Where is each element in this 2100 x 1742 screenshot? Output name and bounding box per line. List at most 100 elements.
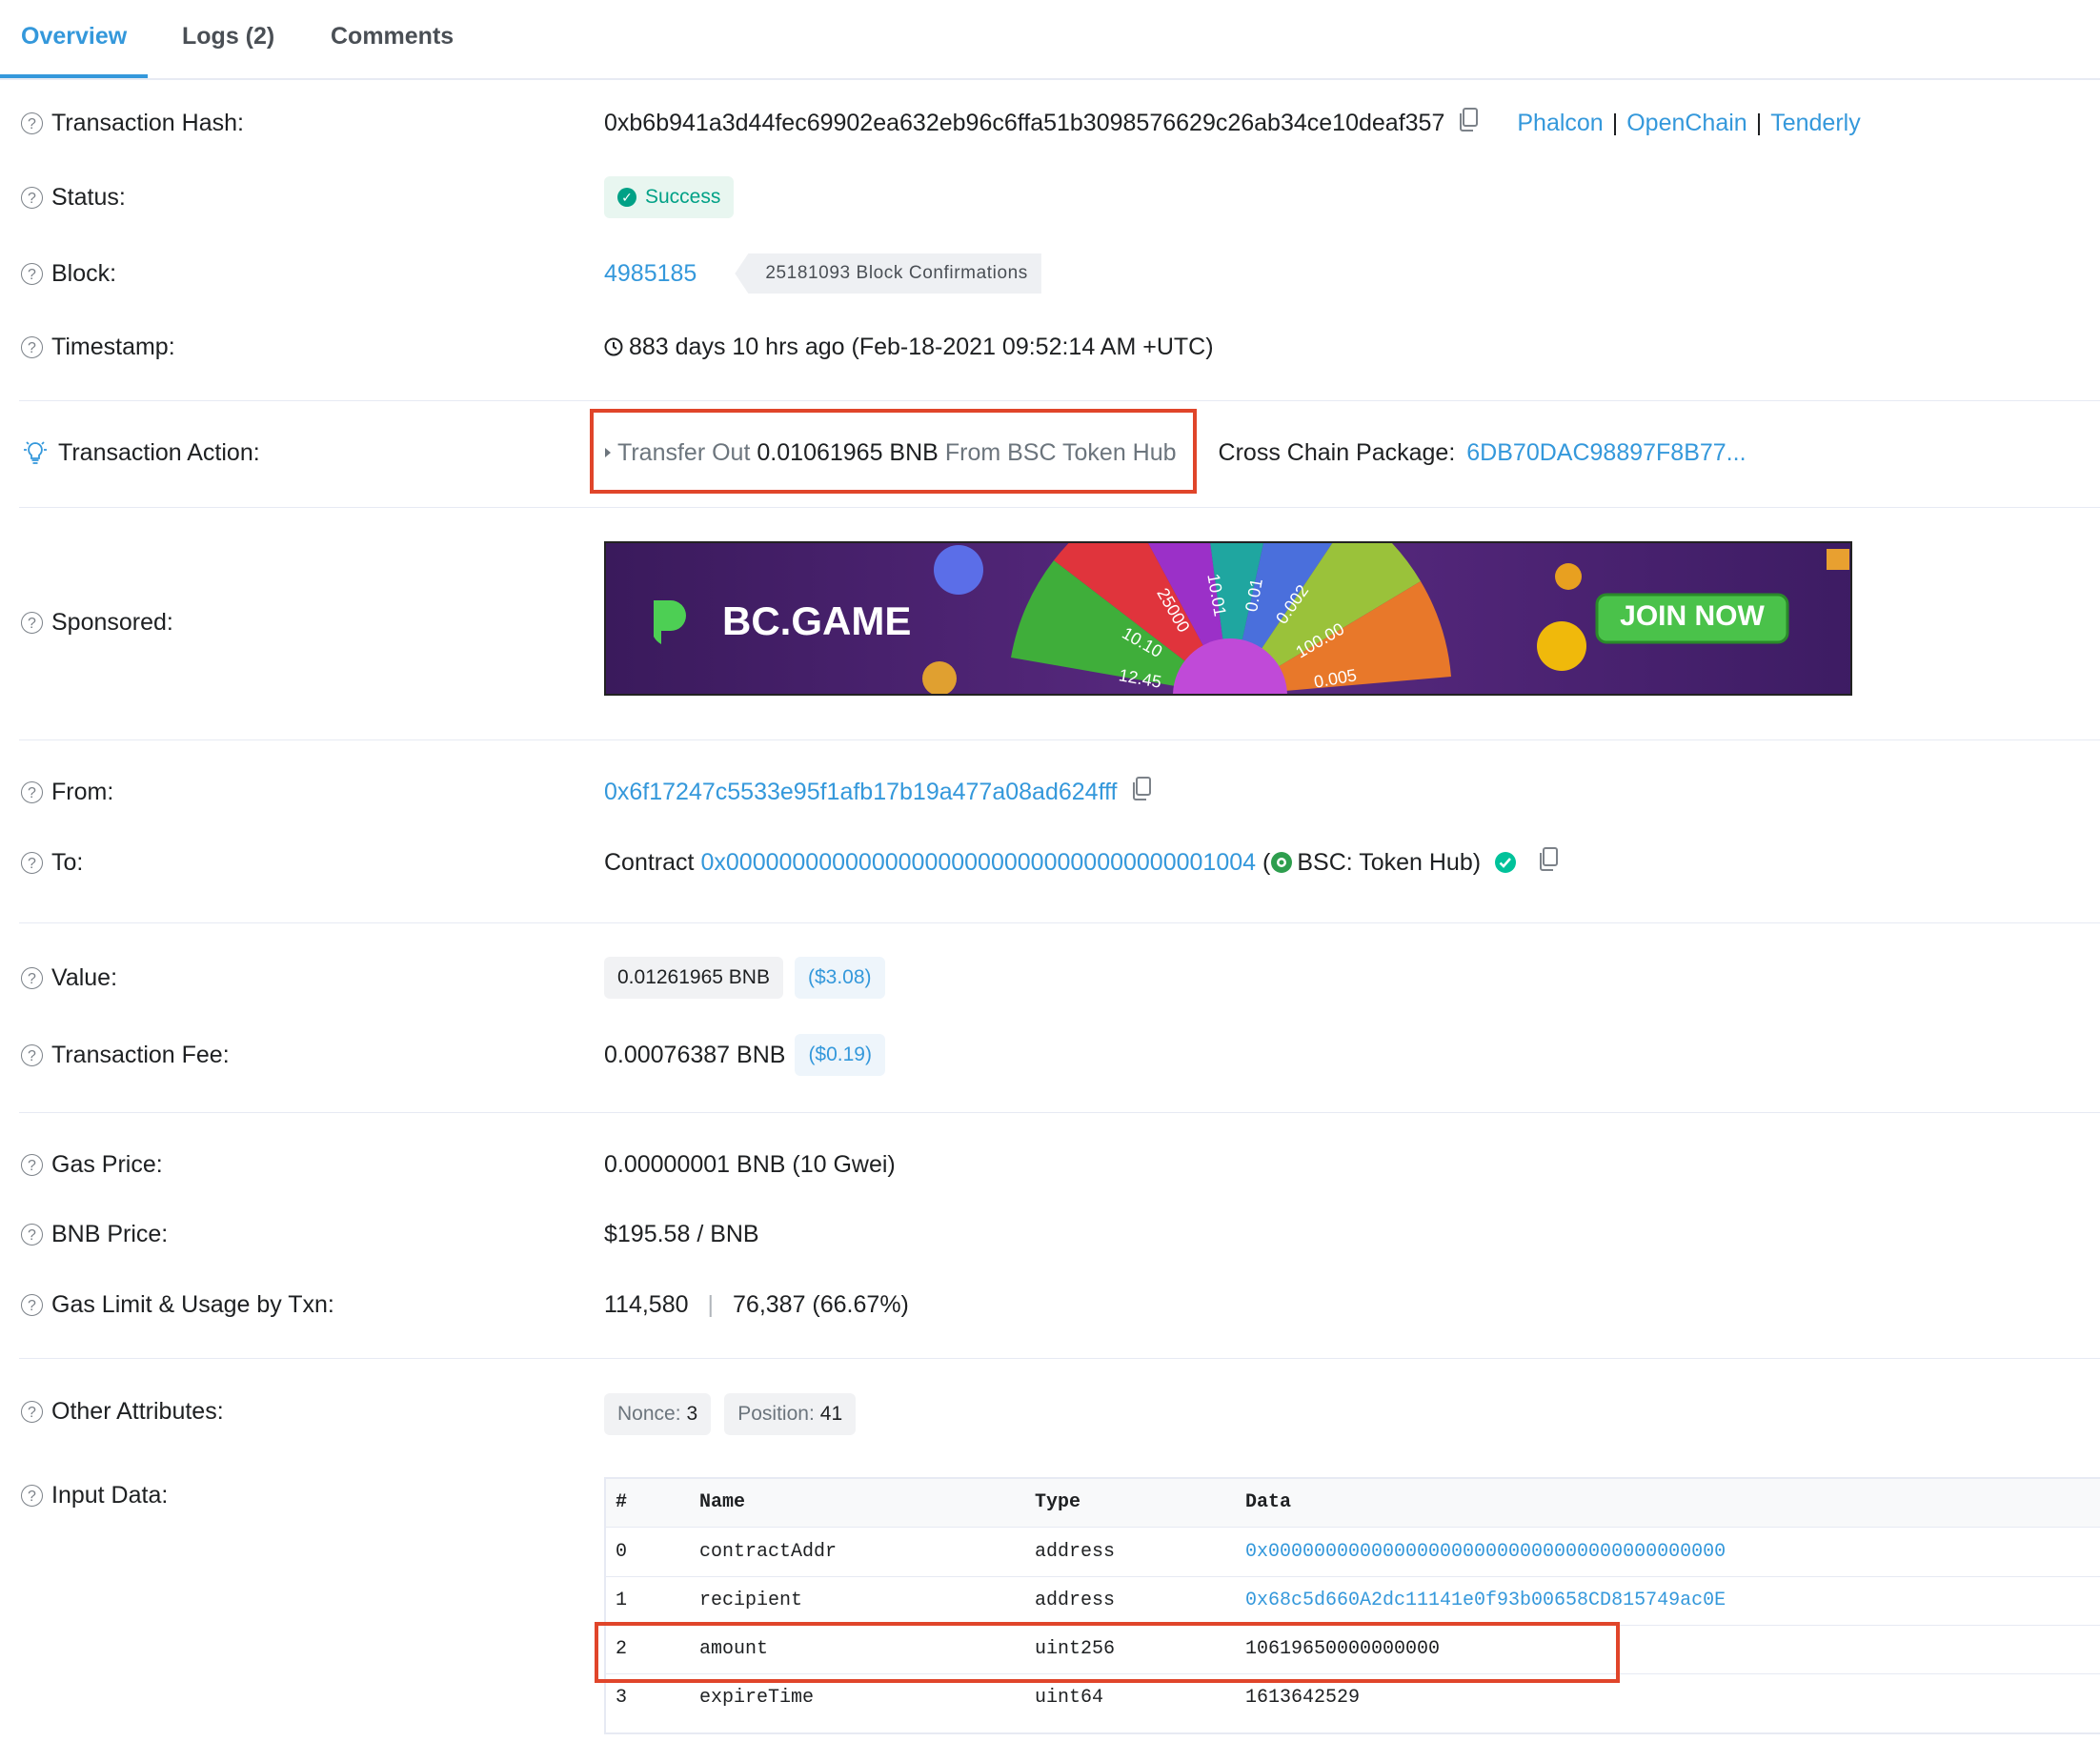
copy-icon[interactable]	[1131, 776, 1152, 808]
status-badge: ✓ Success	[604, 176, 735, 218]
question-icon[interactable]: ?	[21, 1223, 43, 1246]
table-row: 0 contractAddr address 0x000000000000000…	[606, 1529, 2100, 1577]
from-label: ? From:	[21, 775, 113, 809]
question-icon[interactable]: ?	[21, 611, 43, 634]
link-separator: |	[1755, 109, 1763, 136]
sponsored-label: ? Sponsored:	[21, 605, 173, 639]
question-icon[interactable]: ?	[21, 966, 43, 989]
fee-row: 0.00076387 BNB ($0.19)	[604, 1034, 885, 1076]
value-amount-badge: 0.01261965 BNB	[604, 957, 783, 999]
row-data-link[interactable]: 0x68c5d660A2dc11141e0f93b00658CD815749ac…	[1245, 1577, 1726, 1625]
header-name: Name	[699, 1491, 746, 1513]
highlight-box-action	[590, 409, 1197, 494]
status-label-text: Status:	[51, 183, 126, 211]
divider	[19, 1112, 2100, 1113]
lightbulb-icon	[21, 439, 50, 466]
divider	[19, 739, 2100, 740]
question-icon[interactable]: ?	[21, 1293, 43, 1316]
fee-amount: 0.00076387 BNB	[604, 1041, 786, 1068]
tab-comments[interactable]: Comments	[331, 23, 454, 51]
row-name: recipient	[699, 1590, 803, 1611]
to-open-paren: (	[1262, 848, 1271, 876]
tab-overview[interactable]: Overview	[21, 23, 127, 51]
row-name: contractAddr	[699, 1541, 838, 1563]
action-label: Transaction Action:	[21, 436, 260, 470]
block-value-row: 4985185 25181093 Block Confirmations	[604, 253, 1041, 294]
value-label: ? Value:	[21, 961, 117, 995]
value-row: 0.01261965 BNB ($3.08)	[604, 957, 885, 999]
input-data-label: ? Input Data:	[21, 1478, 168, 1512]
to-value-row: Contract 0x00000000000000000000000000000…	[604, 845, 1559, 880]
to-label: ? To:	[21, 845, 83, 880]
tenderly-link[interactable]: Tenderly	[1770, 110, 1861, 137]
header-index: #	[616, 1491, 628, 1513]
question-icon[interactable]: ?	[21, 1153, 43, 1176]
token-logo-icon	[1270, 851, 1293, 874]
row-index: 0	[616, 1541, 628, 1563]
header-type: Type	[1035, 1491, 1081, 1513]
other-attributes-row: Nonce: 3 Position: 41	[604, 1393, 857, 1435]
banner-join-button[interactable]: JOIN NOW	[1597, 600, 1787, 633]
question-icon[interactable]: ?	[21, 780, 43, 803]
nonce-label: Nonce:	[617, 1403, 681, 1425]
header-data: Data	[1245, 1491, 1292, 1513]
divider	[19, 400, 2100, 401]
timestamp-label: ? Timestamp:	[21, 330, 175, 364]
block-label-text: Block:	[51, 259, 117, 287]
status-text: Success	[645, 186, 721, 208]
timestamp-value-row: 883 days 10 hrs ago (Feb-18-2021 09:52:1…	[604, 330, 1214, 364]
question-icon[interactable]: ?	[21, 851, 43, 874]
banner-brand: BC.GAME	[722, 598, 912, 643]
active-tab-indicator	[0, 74, 148, 78]
divider	[19, 922, 2100, 923]
sponsored-banner[interactable]: BC.GAME JOIN NOW 25000 10.01 0.01 0.002 …	[604, 541, 1852, 696]
row-type: address	[1035, 1541, 1116, 1563]
check-circle-icon: ✓	[617, 188, 636, 207]
question-icon[interactable]: ?	[21, 335, 43, 358]
question-icon[interactable]: ?	[21, 1043, 43, 1066]
status-value-row: ✓ Success	[604, 176, 735, 218]
input-data-label-text: Input Data:	[51, 1481, 169, 1509]
to-prefix: Contract	[604, 848, 695, 876]
divider	[19, 1358, 2100, 1359]
bnb-price-label: ? BNB Price:	[21, 1217, 168, 1251]
block-label: ? Block:	[21, 256, 116, 291]
table-row: 1 recipient address 0x68c5d660A2dc11141e…	[606, 1577, 2100, 1626]
from-value-row: 0x6f17247c5533e95f1afb17b19a477a08ad624f…	[604, 775, 1152, 809]
timestamp-label-text: Timestamp:	[51, 333, 175, 360]
value-label-text: Value:	[51, 963, 118, 991]
table-header-row: # Name Type Data	[606, 1479, 2100, 1528]
hash-label: ? Transaction Hash:	[21, 106, 244, 140]
phalcon-link[interactable]: Phalcon	[1517, 110, 1603, 137]
bnb-price-label-text: BNB Price:	[51, 1220, 169, 1247]
nonce-value: 3	[686, 1403, 698, 1425]
value-usd-badge: ($3.08)	[794, 957, 885, 999]
row-type: address	[1035, 1590, 1116, 1611]
block-number-link[interactable]: 4985185	[604, 260, 697, 288]
gas-usage-value: 76,387 (66.67%)	[733, 1290, 909, 1318]
row-index: 1	[616, 1590, 628, 1611]
nonce-badge: Nonce: 3	[604, 1393, 712, 1435]
question-icon[interactable]: ?	[21, 1484, 43, 1507]
position-badge: Position: 41	[724, 1393, 857, 1435]
from-address-link[interactable]: 0x6f17247c5533e95f1afb17b19a477a08ad624f…	[604, 779, 1118, 806]
hash-value-row: 0xb6b941a3d44fec69902ea632eb96c6ffa51b30…	[604, 106, 1861, 140]
verified-icon	[1494, 851, 1517, 874]
question-icon[interactable]: ?	[21, 111, 43, 134]
openchain-link[interactable]: OpenChain	[1626, 110, 1747, 137]
to-label-text: To:	[51, 848, 84, 876]
copy-icon[interactable]	[1458, 107, 1479, 139]
gas-separator: |	[707, 1290, 715, 1318]
question-icon[interactable]: ?	[21, 1400, 43, 1423]
copy-icon[interactable]	[1538, 846, 1559, 879]
bnb-price-value: $195.58 / BNB	[604, 1220, 759, 1247]
position-value: 41	[819, 1403, 843, 1425]
tab-logs[interactable]: Logs (2)	[182, 23, 274, 51]
question-icon[interactable]: ?	[21, 186, 43, 209]
row-data-link[interactable]: 0x00000000000000000000000000000000000000…	[1245, 1529, 1726, 1576]
gas-limit-label-text: Gas Limit & Usage by Txn:	[51, 1290, 334, 1318]
cross-chain-package-link[interactable]: 6DB70DAC98897F8B77...	[1466, 439, 1746, 467]
question-icon[interactable]: ?	[21, 262, 43, 285]
to-address-link[interactable]: 0x00000000000000000000000000000000000010…	[700, 849, 1256, 877]
other-attributes-label: ? Other Attributes:	[21, 1394, 224, 1428]
